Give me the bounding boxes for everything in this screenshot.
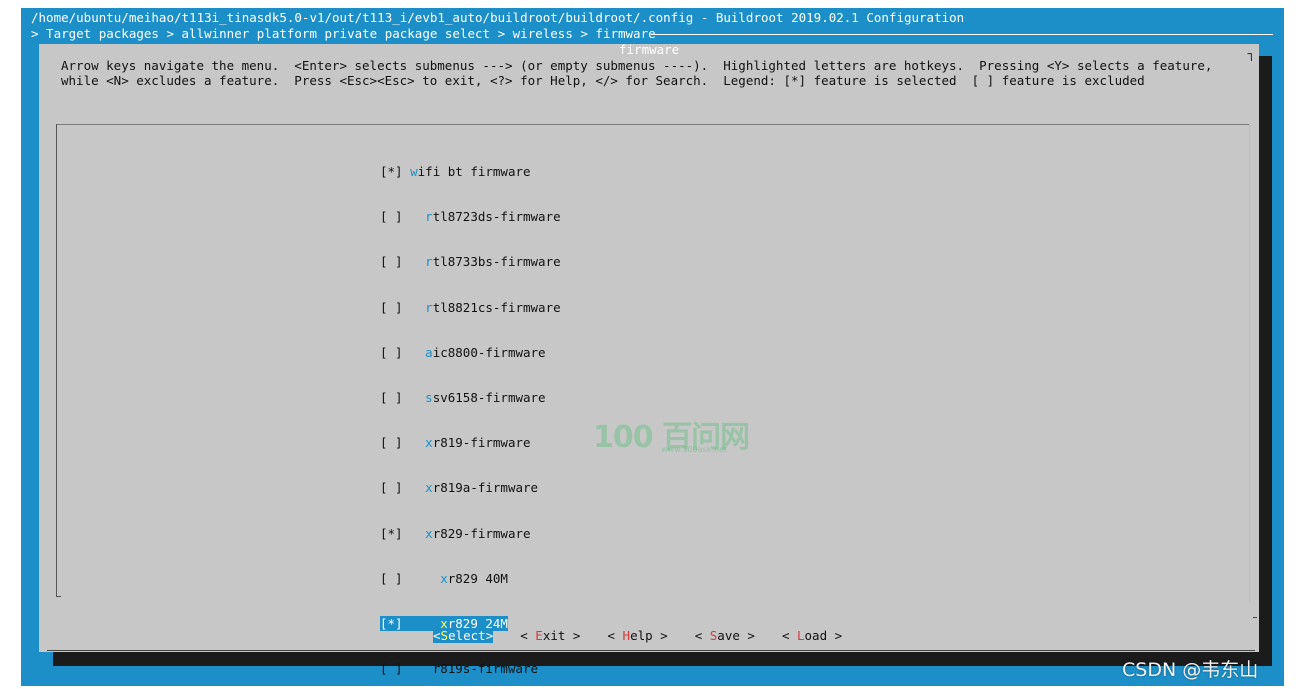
hotkey-letter: r [425, 254, 433, 270]
item-label: tl8821cs-firmware [432, 299, 561, 315]
checkbox[interactable]: [ ] [380, 435, 410, 450]
checkbox[interactable]: [ ] [380, 345, 410, 360]
item-label: ic8800-firmware [432, 344, 546, 360]
item-label: r819a-firmware [432, 480, 539, 496]
hotkey-letter: r [425, 299, 433, 315]
checkbox[interactable]: [ ] [380, 390, 410, 405]
help-line-2: while <N> excludes a feature. Press <Esc… [61, 73, 1145, 88]
menu-item-ssv6158-firmware[interactable]: [ ] ssv6158-firmware [380, 390, 561, 405]
csdn-watermark: CSDN @韦东山 [1122, 659, 1259, 681]
help-text: Arrow keys navigate the menu. <Enter> se… [61, 58, 1212, 88]
dialog-bottom-rule [47, 650, 1255, 651]
menu-item-xr819-firmware[interactable]: [ ] xr819-firmware [380, 435, 561, 450]
hotkey-letter: a [425, 344, 433, 360]
hotkey-letter: x [440, 570, 448, 586]
checkbox[interactable]: [ ] [380, 300, 410, 315]
checkbox[interactable]: [ ] [380, 254, 410, 269]
menu-item-xr819s-firmware[interactable]: [ ] xr819s-firmware [380, 661, 561, 676]
dialog-title: firmware [619, 42, 680, 57]
hotkey-letter: w [410, 164, 418, 179]
item-label: r829 40M [447, 570, 508, 586]
item-label: sv6158-firmware [432, 389, 546, 405]
list-box-right-border [1249, 124, 1250, 602]
menu-item-aic8800-firmware[interactable]: [ ] aic8800-firmware [380, 345, 561, 360]
hotkey-letter: s [425, 389, 433, 405]
list-box-left-border [56, 124, 57, 596]
item-label: r829-firmware [432, 525, 531, 541]
checkbox[interactable]: [*] [380, 526, 410, 541]
item-label: ifi bt firmware [417, 164, 531, 179]
item-label: tl8733bs-firmware [432, 254, 561, 270]
item-label: r819s-firmware [432, 661, 539, 677]
breadcrumb: > Target packages > allwinner platform p… [31, 26, 664, 41]
save-button[interactable]: < Save > [695, 628, 755, 643]
menu-item-rtl8821cs-firmware[interactable]: [ ] rtl8821cs-firmware [380, 300, 561, 315]
menu-item-rtl8723ds-firmware[interactable]: [ ] rtl8723ds-firmware [380, 209, 561, 224]
list-box-right-tick [1253, 617, 1257, 618]
list-box-top-border [56, 124, 1250, 125]
config-path-title: /home/ubuntu/meihao/t113i_tinasdk5.0-v1/… [31, 10, 965, 25]
watermark-100ask: 100 百问网 www.100ask.net [593, 412, 753, 455]
watermark-url: www.100ask.net [661, 445, 728, 454]
hotkey-letter: x [425, 435, 433, 451]
checkbox[interactable]: [*] [380, 616, 410, 631]
checkbox[interactable]: [ ] [380, 571, 410, 586]
item-label: r819-firmware [432, 435, 531, 451]
menu-item-wifi-bt-firmware[interactable]: [*] wifi bt firmware [380, 164, 561, 179]
hotkey-letter: x [425, 661, 433, 677]
exit-button[interactable]: < Exit > [520, 628, 580, 643]
help-button[interactable]: < Help > [607, 628, 667, 643]
select-button[interactable]: <Select> [433, 628, 494, 643]
load-button[interactable]: < Load > [782, 628, 842, 643]
list-box-bottom-corner [56, 596, 61, 597]
dialog-corner: ┐ [1247, 46, 1255, 61]
checkbox[interactable]: [ ] [380, 480, 410, 495]
help-line-1: Arrow keys navigate the menu. <Enter> se… [61, 58, 1213, 73]
hotkey-letter: x [425, 525, 433, 541]
breadcrumb-rule [651, 34, 1273, 35]
item-label: tl8723ds-firmware [432, 209, 561, 225]
menu-item-xr829-firmware[interactable]: [*] xr829-firmware [380, 526, 561, 541]
checkbox[interactable]: [ ] [380, 661, 410, 676]
menu-list-box[interactable]: [*] wifi bt firmware [ ] rtl8723ds-firmw… [56, 124, 1250, 676]
menu-item-xr829-40m[interactable]: [ ] xr829 40M [380, 571, 561, 586]
checkbox[interactable]: [*] [380, 164, 410, 179]
menuconfig-dialog: firmware ┐ Arrow keys navigate the menu.… [39, 42, 1259, 676]
hotkey-letter: r [425, 209, 433, 225]
menu-item-xr819a-firmware[interactable]: [ ] xr819a-firmware [380, 480, 561, 495]
hotkey-letter: x [425, 480, 433, 496]
menu-items: [*] wifi bt firmware [ ] rtl8723ds-firmw… [380, 134, 561, 686]
checkbox[interactable]: [ ] [380, 209, 410, 224]
terminal-window: /home/ubuntu/meihao/t113i_tinasdk5.0-v1/… [21, 8, 1284, 686]
menu-item-rtl8733bs-firmware[interactable]: [ ] rtl8733bs-firmware [380, 254, 561, 269]
button-bar: <Select> < Exit > < Help > < Save > < Load > [433, 628, 842, 643]
